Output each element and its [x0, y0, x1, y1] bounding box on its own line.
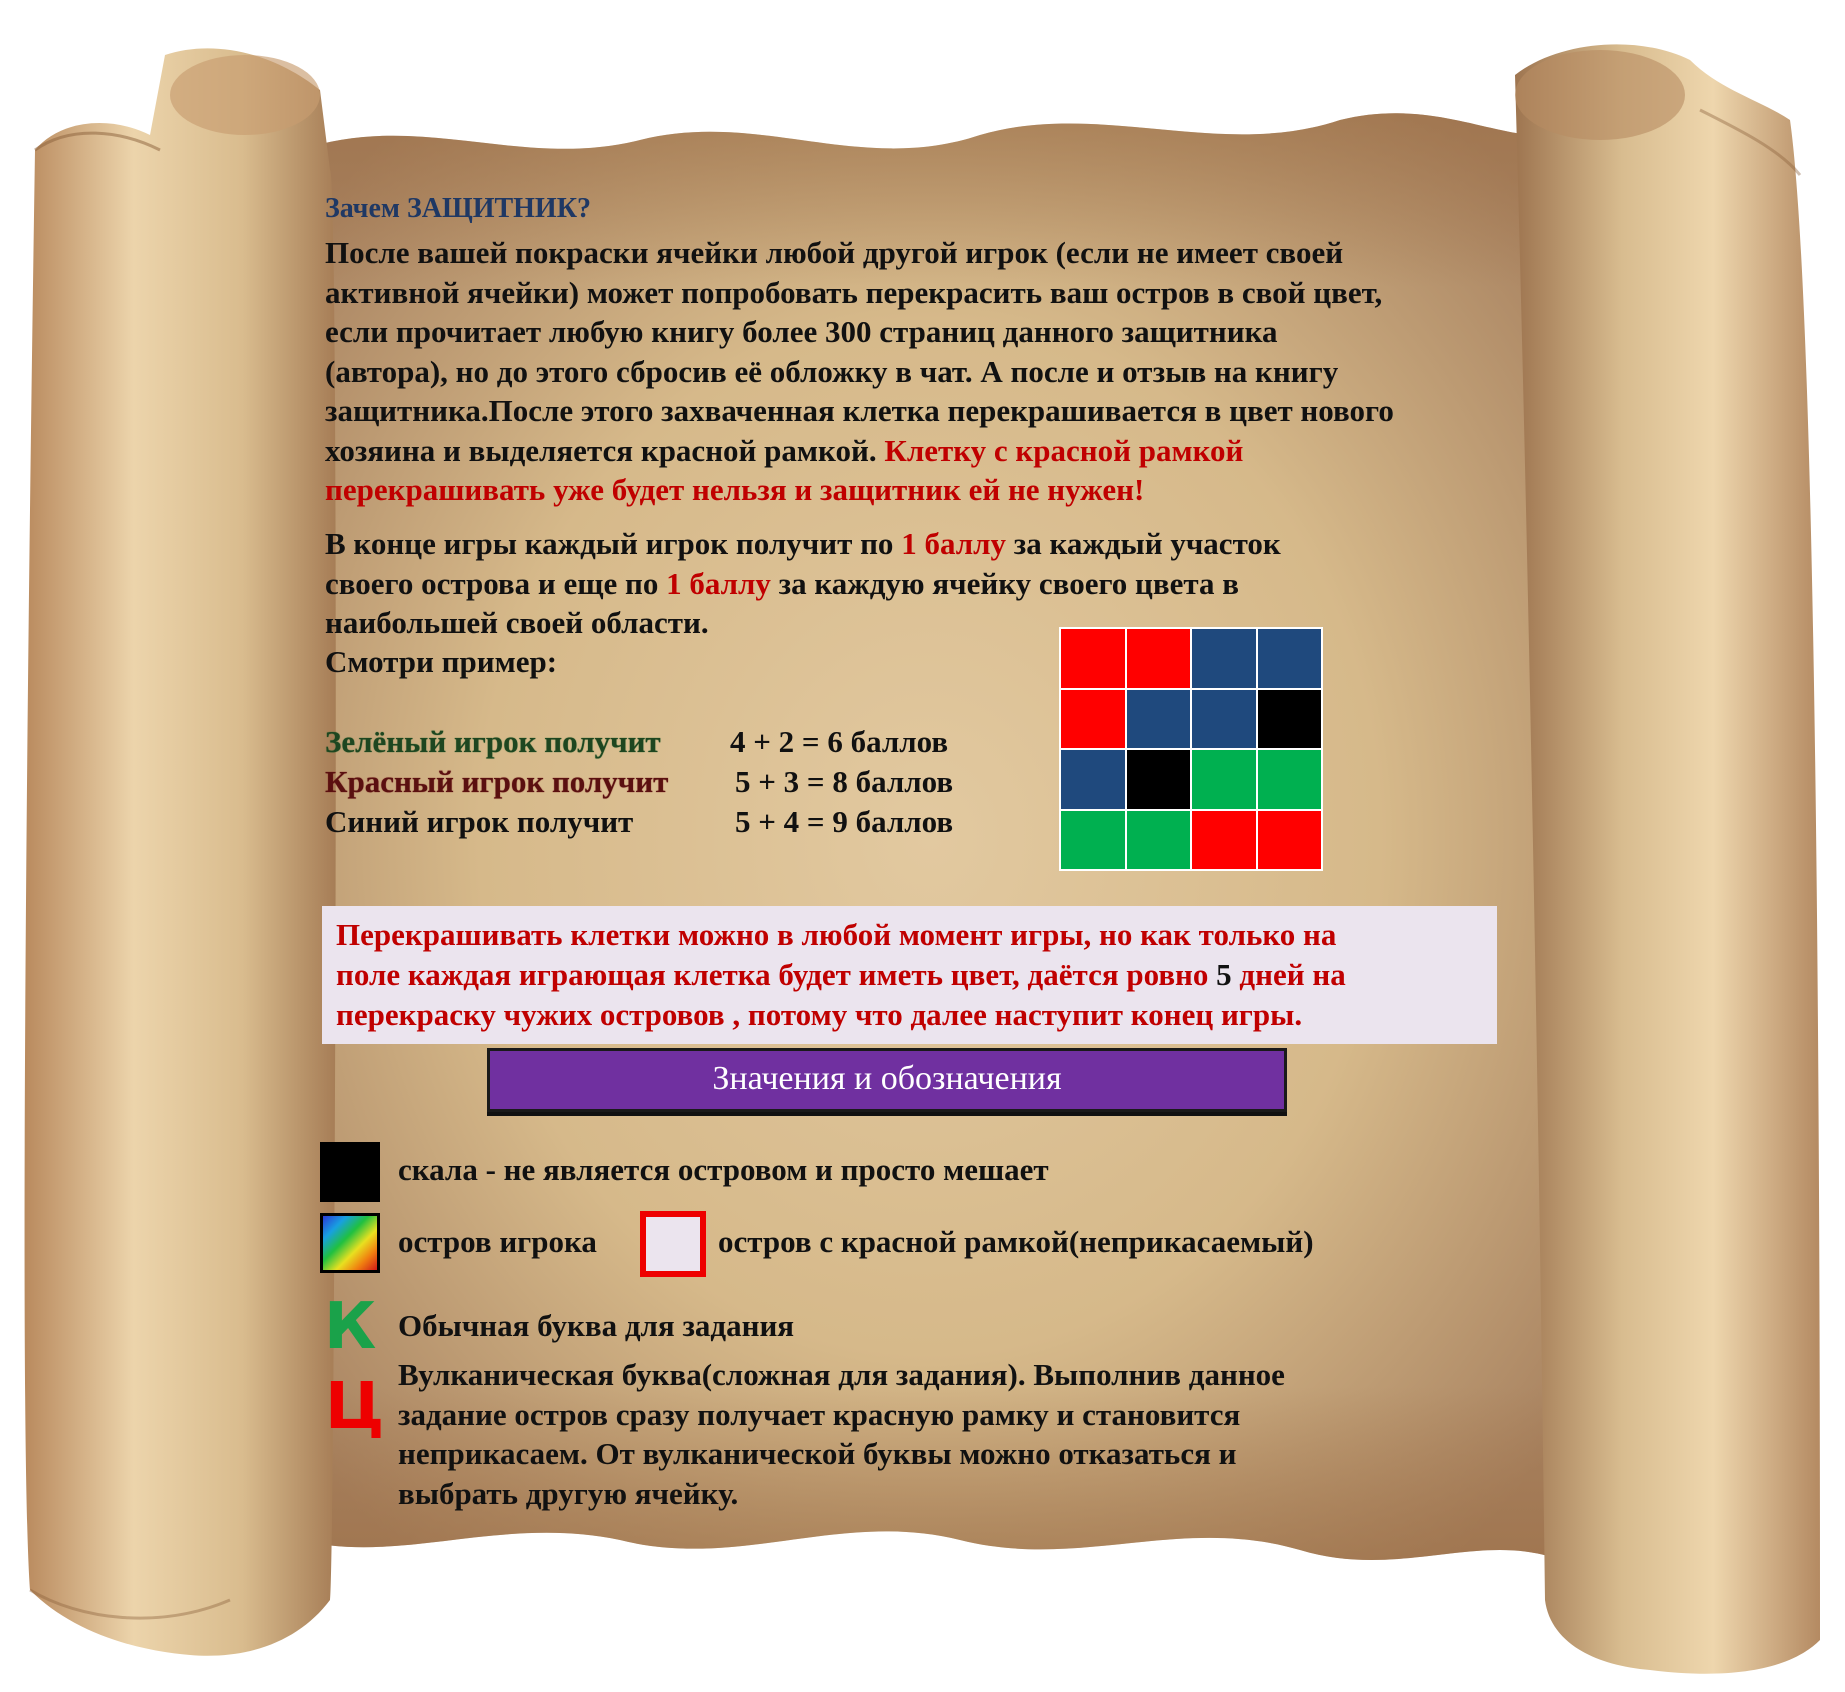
player-island-description: остров игрока: [398, 1224, 597, 1259]
volcanic-line: выбрать другую ячейку.: [398, 1475, 739, 1511]
grid-cell-red: [1192, 810, 1256, 869]
grid-cell-blue: [1061, 750, 1125, 809]
red-frame-island-description: остров с красной рамкой(неприкасаемый): [718, 1224, 1314, 1259]
grid-cell-red: [1061, 689, 1125, 748]
grid-cell-green: [1061, 810, 1125, 869]
blue-player-score: 5 + 4 = 9 баллов: [735, 804, 954, 839]
scoring-text: за каждую ячейку своего цвета в: [770, 565, 1239, 601]
rules-line: После вашей покраски ячейки любой другой…: [325, 235, 1344, 270]
rules-line: активной ячейки) может попробовать перек…: [325, 274, 1383, 310]
grid-cell-green: [1126, 810, 1190, 869]
red-frame-warning: Клетку с красной рамкой: [884, 432, 1244, 468]
volcanic-line: неприкасаем. От вулканической буквы можн…: [398, 1436, 1237, 1471]
notice-line: поле каждая играющая клетка будет иметь …: [336, 955, 1483, 995]
points-highlight: 1 баллу: [666, 565, 771, 601]
rock-swatch: [320, 1142, 380, 1202]
grid-cell-black: [1257, 689, 1321, 748]
red-frame-island-swatch: [640, 1211, 706, 1277]
rules-text: хозяина и выделяется красной рамкой.: [325, 432, 885, 468]
red-player-score: 5 + 3 = 8 баллов: [735, 764, 954, 799]
grid-cell-black: [1126, 750, 1190, 809]
grid-cell-green: [1257, 750, 1321, 809]
normal-letter-description: Обычная буква для задания: [398, 1308, 795, 1343]
notice-line: Перекрашивать клетки можно в любой момен…: [336, 917, 1337, 952]
player-island-swatch: [320, 1213, 380, 1273]
green-player-score: 4 + 2 = 6 баллов: [730, 724, 949, 759]
rules-line: если прочитает любую книгу более 300 стр…: [325, 314, 1278, 349]
scoring-rules-paragraph: В конце игры каждый игрок получит по 1 б…: [325, 524, 1325, 643]
notice-text: поле каждая играющая клетка будет иметь …: [336, 957, 1217, 992]
grid-cell-blue: [1192, 629, 1256, 688]
notice-line: перекраску чужих островов , потому что д…: [336, 997, 1303, 1032]
scoring-text: за каждый участок: [1006, 526, 1281, 561]
grid-cell-red: [1126, 629, 1190, 688]
rules-line: (автора), но до этого сбросив её обложку…: [325, 353, 1339, 389]
legend-title-banner: Значения и обозначения: [487, 1048, 1287, 1112]
defender-rules-paragraph: После вашей покраски ячейки любой другой…: [325, 233, 1525, 510]
scoring-text: В конце игры каждый игрок получит по: [325, 526, 902, 561]
grid-cell-red: [1257, 810, 1321, 869]
grid-cell-blue: [1257, 629, 1321, 688]
normal-letter-sample: К: [324, 1290, 377, 1364]
grid-cell-blue: [1126, 689, 1190, 748]
points-highlight: 1 баллу: [901, 526, 1006, 561]
scoring-text: своего острова и еще по: [325, 565, 667, 601]
green-player-label: Зелёный игрок получит: [325, 724, 661, 759]
notice-text: дней на: [1231, 957, 1346, 992]
defender-heading: Зачем ЗАЩИТНИК?: [325, 193, 592, 224]
scoring-line: своего острова и еще по 1 баллу за кажду…: [325, 564, 1325, 604]
blue-player-label: Синий игрок получит: [325, 804, 634, 839]
grid-cell-red: [1061, 629, 1125, 688]
red-player-label: Красный игрок получит: [325, 764, 669, 799]
example-grid: [1059, 627, 1323, 871]
days-count: 5: [1216, 957, 1232, 992]
grid-cell-green: [1192, 750, 1256, 809]
volcanic-letter-description: Вулканическая буква(сложная для задания)…: [398, 1355, 1418, 1513]
red-frame-warning-line: перекрашивать уже будет нельзя и защитни…: [325, 472, 1145, 507]
see-example-label: Смотри пример:: [325, 644, 558, 679]
scoring-line: В конце игры каждый игрок получит по 1 б…: [325, 524, 1325, 564]
rock-description: скала - не является островом и просто ме…: [398, 1152, 1049, 1187]
volcanic-line: Вулканическая буква(сложная для задания)…: [398, 1357, 1285, 1392]
volcanic-letter-sample: Ц: [325, 1370, 385, 1444]
repaint-notice: Перекрашивать клетки можно в любой момен…: [322, 906, 1497, 1044]
rules-line: хозяина и выделяется красной рамкой. Кле…: [325, 431, 1525, 471]
rules-line: защитника.После этого захваченная клетка…: [325, 393, 1394, 428]
grid-cell-blue: [1192, 689, 1256, 748]
volcanic-line: задание остров сразу получает красную ра…: [398, 1396, 1241, 1432]
